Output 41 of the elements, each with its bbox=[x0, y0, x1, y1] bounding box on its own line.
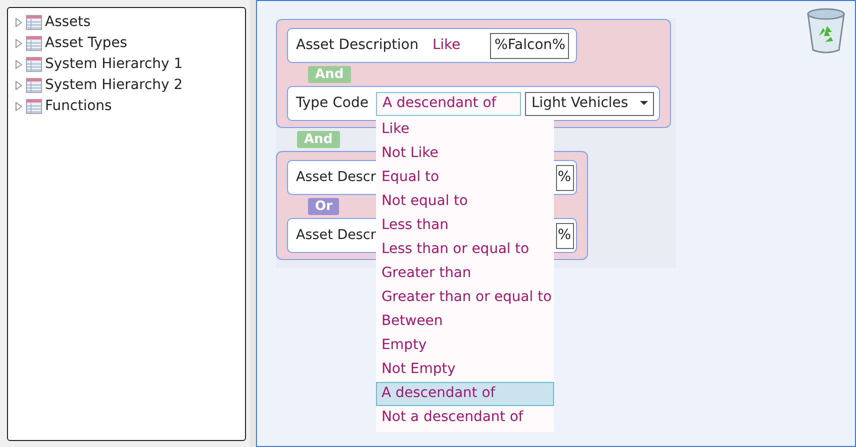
expander-icon[interactable] bbox=[14, 60, 23, 69]
menu-option[interactable]: Not equal to bbox=[376, 190, 554, 214]
menu-option[interactable]: A descendant of bbox=[376, 382, 554, 406]
menu-option[interactable]: Less than bbox=[376, 214, 554, 238]
menu-option[interactable]: Greater than or equal to bbox=[376, 286, 554, 310]
tree-item-label[interactable]: Assets bbox=[45, 12, 91, 33]
tree-item-label[interactable]: System Hierarchy 2 bbox=[45, 75, 183, 96]
tree-item-label[interactable]: Functions bbox=[45, 96, 112, 117]
menu-option[interactable]: Like bbox=[376, 118, 554, 142]
tree-item-label[interactable]: Asset Types bbox=[45, 33, 128, 54]
expander-icon[interactable] bbox=[14, 102, 23, 111]
dropdown-menu[interactable]: Like Not Like Equal to Not equal to Less than Less than or equal to Greater than Greater than or equal to Between Empty Not Empty A descendant of Not a descendant of bbox=[376, 118, 554, 432]
operator-label[interactable]: Like bbox=[432, 35, 490, 56]
expander-icon[interactable] bbox=[14, 18, 23, 27]
recycle-bin-icon[interactable] bbox=[805, 6, 847, 54]
menu-option[interactable]: Between bbox=[376, 310, 554, 334]
expander-icon[interactable] bbox=[14, 81, 23, 90]
value-field[interactable]: % bbox=[556, 164, 574, 190]
menu-option[interactable]: Not a descendant of bbox=[376, 406, 554, 430]
menu-option[interactable]: Not Like bbox=[376, 142, 554, 166]
field-label: Asset Description bbox=[296, 36, 418, 55]
table-icon bbox=[26, 57, 42, 72]
menu-option[interactable]: Greater than bbox=[376, 262, 554, 286]
caret-icon bbox=[640, 101, 648, 106]
table-icon bbox=[26, 15, 42, 30]
operator-field[interactable]: A descendant of bbox=[376, 92, 522, 116]
expander-icon[interactable] bbox=[14, 39, 23, 48]
field-label: Asset Descr bbox=[296, 168, 376, 188]
tree-item-label[interactable]: System Hierarchy 1 bbox=[45, 54, 183, 75]
table-icon bbox=[26, 99, 42, 114]
field-label: Type Code bbox=[296, 94, 368, 113]
value-select[interactable]: Light Vehicles bbox=[525, 92, 654, 116]
value-field[interactable]: % bbox=[556, 222, 574, 248]
menu-option[interactable]: Equal to bbox=[376, 166, 554, 190]
menu-option[interactable]: Empty bbox=[376, 334, 554, 358]
value-field[interactable]: %Falcon% bbox=[490, 32, 570, 58]
table-icon bbox=[26, 78, 42, 93]
table-icon bbox=[26, 36, 42, 51]
menu-option[interactable]: Less than or equal to bbox=[376, 238, 554, 262]
field-label: Asset Descr bbox=[296, 226, 376, 246]
menu-option[interactable]: Not Empty bbox=[376, 358, 554, 382]
